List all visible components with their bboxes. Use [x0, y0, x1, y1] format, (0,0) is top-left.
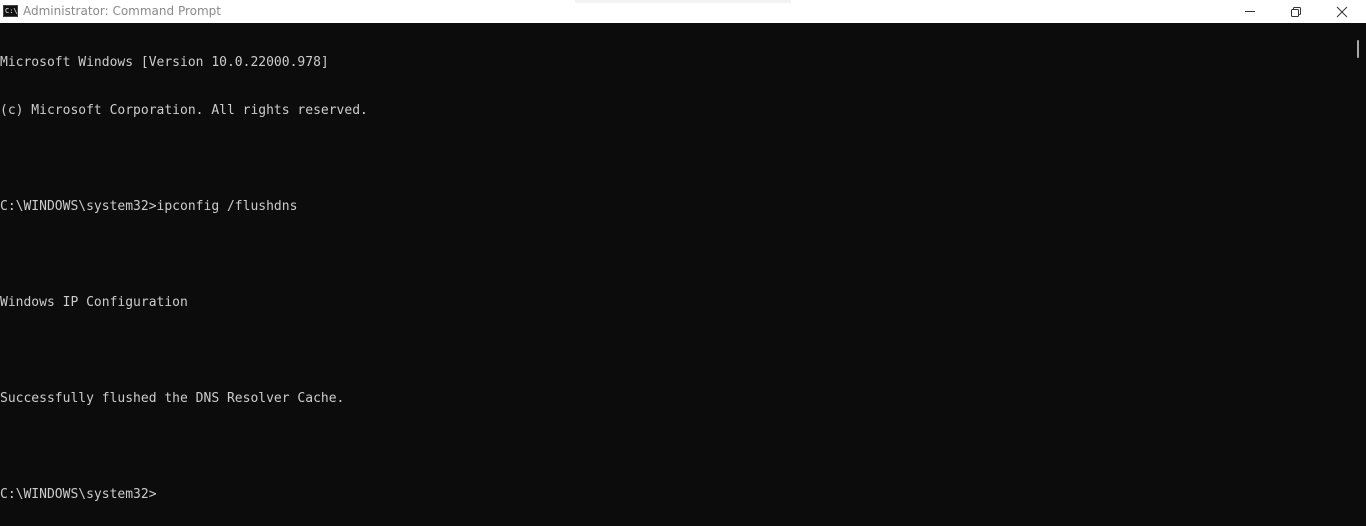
restore-button[interactable]	[1273, 0, 1319, 23]
vertical-scrollbar[interactable]	[1350, 23, 1366, 526]
scrollbar-thumb[interactable]	[1357, 40, 1359, 58]
console-line: Microsoft Windows [Version 10.0.22000.97…	[0, 55, 329, 70]
console-prompt-line[interactable]: C:\WINDOWS\system32>	[0, 487, 1350, 503]
minimize-button[interactable]	[1227, 0, 1273, 23]
command-prompt-window: C:\ Administrator: Command Prompt Micros…	[0, 0, 1366, 526]
cmd-icon[interactable]: C:\	[3, 5, 18, 17]
console-line: (c) Microsoft Corporation. All rights re…	[0, 103, 368, 118]
console-line: C:\WINDOWS\system32>ipconfig /flushdns	[0, 199, 298, 214]
title-bar-shade	[575, 0, 791, 3]
console-line: Successfully flushed the DNS Resolver Ca…	[0, 391, 345, 406]
console-output[interactable]: Microsoft Windows [Version 10.0.22000.97…	[0, 23, 1350, 526]
minimize-icon	[1245, 11, 1255, 12]
title-bar[interactable]: C:\ Administrator: Command Prompt	[0, 0, 1366, 23]
restore-icon	[1291, 7, 1301, 17]
window-title: Administrator: Command Prompt	[23, 4, 221, 18]
close-icon	[1336, 6, 1348, 18]
console-line: Windows IP Configuration	[0, 295, 188, 310]
close-button[interactable]	[1319, 0, 1365, 23]
